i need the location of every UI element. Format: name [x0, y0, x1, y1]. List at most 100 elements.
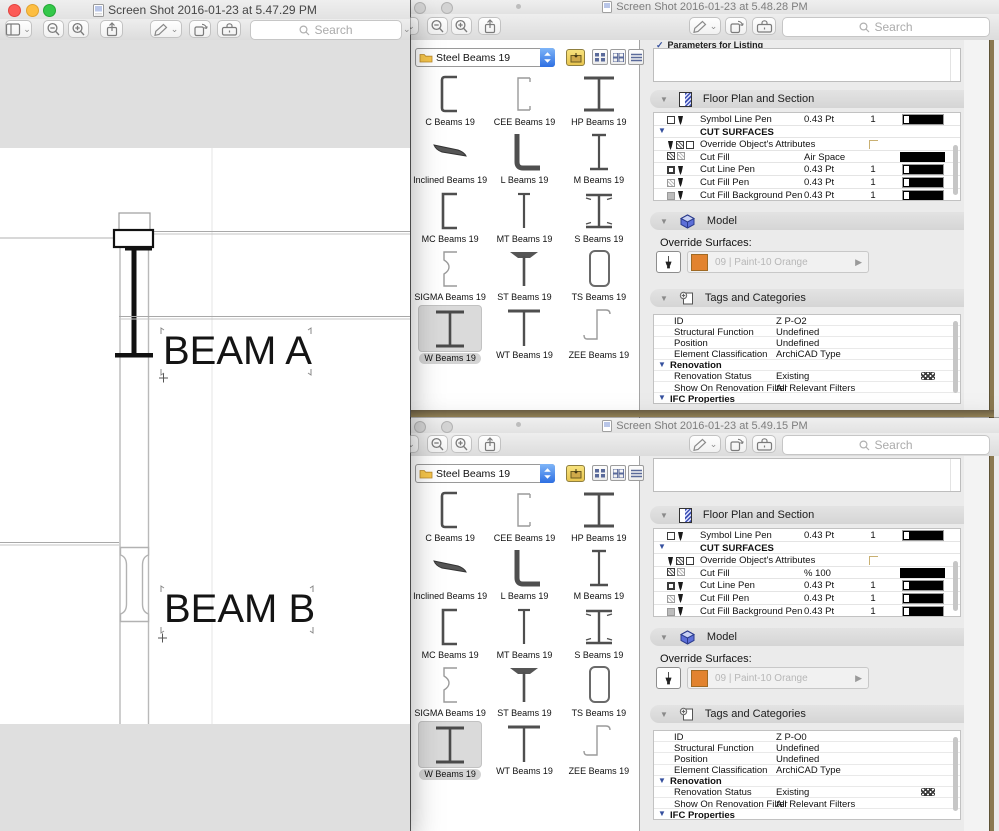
- tag-value[interactable]: Undefined: [776, 338, 819, 349]
- parameter-value[interactable]: 0.43 Pt: [804, 177, 834, 188]
- zoom-out-button[interactable]: [43, 20, 64, 38]
- parameter-row-cut-fill[interactable]: Cut Fill Air Space: [654, 151, 960, 164]
- library-item-cee-beams-19[interactable]: CEE Beams 19: [487, 72, 561, 127]
- paint-brush-button[interactable]: [656, 251, 681, 273]
- surface-picker[interactable]: 09 | Paint-10 Orange ▶: [687, 251, 869, 273]
- tag-row-show-on-renovation-filter[interactable]: Show On Renovation Filter All Relevant Fi…: [654, 798, 960, 810]
- tag-row-ifc-properties[interactable]: ▼ IFC Properties: [654, 809, 960, 819]
- pen-swatch[interactable]: [903, 190, 943, 200]
- dropdown-stepper-icon[interactable]: [540, 48, 555, 67]
- parameter-row-override-object-s-attributes[interactable]: Override Object's Attributes: [654, 138, 960, 151]
- rotate-button[interactable]: [189, 20, 211, 38]
- zoom-in-button[interactable]: [451, 435, 472, 453]
- library-item-inclined-beams-19[interactable]: Inclined Beams 19: [413, 130, 487, 185]
- tag-value[interactable]: All Relevant Filters: [776, 799, 855, 810]
- section-tags-and-categories[interactable]: ▼ Tags and Categories: [650, 705, 978, 723]
- library-item-sigma-beams-19[interactable]: SIGMA Beams 19: [413, 247, 487, 302]
- pen-number[interactable]: 1: [865, 114, 881, 125]
- parameter-value[interactable]: 0.43 Pt: [804, 580, 834, 591]
- zoom-out-button[interactable]: [427, 435, 448, 453]
- titlebar[interactable]: Screen Shot 2016-01-23 at 5.47.29 PM: [0, 0, 410, 19]
- parameter-row-cut-line-pen[interactable]: Cut Line Pen 0.43 Pt 1: [654, 163, 960, 176]
- tag-value[interactable]: Z P-O0: [776, 732, 807, 743]
- pen-swatch[interactable]: [903, 165, 943, 175]
- library-item-inclined-beams-19[interactable]: Inclined Beams 19: [413, 546, 487, 601]
- pen-number[interactable]: 1: [865, 580, 881, 591]
- tag-value[interactable]: Z P-O2: [776, 316, 807, 327]
- tag-row-structural-function[interactable]: Structural Function Undefined: [654, 326, 960, 338]
- renovation-hatch-icon[interactable]: [921, 371, 935, 381]
- pen-number[interactable]: 1: [865, 164, 881, 175]
- group-disclosure-icon[interactable]: ▼: [658, 810, 666, 818]
- pane-splitter-dot[interactable]: [516, 422, 521, 427]
- tag-row-renovation[interactable]: ▼ Renovation: [654, 776, 960, 787]
- section-model[interactable]: ▼ Model: [650, 212, 978, 230]
- library-item-c-beams-19[interactable]: C Beams 19: [413, 72, 487, 127]
- tag-row-structural-function[interactable]: Structural Function Undefined: [654, 742, 960, 754]
- library-item-c-beams-19[interactable]: C Beams 19: [413, 488, 487, 543]
- tag-value[interactable]: Undefined: [776, 327, 819, 338]
- pen-swatch[interactable]: [903, 593, 943, 603]
- rotate-button[interactable]: [725, 435, 747, 453]
- parameter-row-cut-fill-background-pen[interactable]: Cut Fill Background Pen 0.43 Pt 1: [654, 605, 960, 616]
- library-item-mt-beams-19[interactable]: MT Beams 19: [487, 605, 561, 660]
- search-input[interactable]: Search: [782, 435, 990, 455]
- markup-button[interactable]: ⌄: [150, 20, 182, 38]
- view-large-icons-button[interactable]: [610, 465, 626, 481]
- parameter-value[interactable]: Air Space: [804, 152, 845, 163]
- parameter-value[interactable]: 0.43 Pt: [804, 606, 834, 616]
- parameter-row-cut-fill[interactable]: Cut Fill % 100: [654, 567, 960, 580]
- group-disclosure-icon[interactable]: ▼: [658, 776, 666, 785]
- pen-number[interactable]: 1: [865, 177, 881, 188]
- markup-toolbox-button[interactable]: [217, 20, 241, 38]
- pen-swatch[interactable]: [903, 531, 943, 540]
- load-other-object-button[interactable]: [566, 49, 585, 66]
- parameter-list-box[interactable]: [653, 458, 961, 492]
- markup-toolbox-button[interactable]: [752, 17, 776, 35]
- library-item-hp-beams-19[interactable]: HP Beams 19: [562, 72, 636, 127]
- section-tags-and-categories[interactable]: ▼ Tags and Categories: [650, 289, 978, 307]
- view-small-icons-button[interactable]: [592, 49, 608, 65]
- library-item-sigma-beams-19[interactable]: SIGMA Beams 19: [413, 663, 487, 718]
- titlebar[interactable]: Screen Shot 2016-01-23 at 5.49.15 PM: [411, 418, 999, 433]
- tag-row-element-classification[interactable]: Element Classification ArchiCAD Type: [654, 349, 960, 360]
- pen-swatch[interactable]: [903, 177, 943, 187]
- parameter-row-symbol-line-pen[interactable]: Symbol Line Pen 0.43 Pt 1: [654, 113, 960, 126]
- parameter-value[interactable]: 0.43 Pt: [804, 190, 834, 200]
- parameter-row-cut-line-pen[interactable]: Cut Line Pen 0.43 Pt 1: [654, 579, 960, 592]
- zoom-out-button[interactable]: [427, 17, 448, 35]
- pen-number[interactable]: 1: [865, 530, 881, 541]
- section-model[interactable]: ▼ Model: [650, 628, 978, 646]
- tag-value[interactable]: Existing: [776, 371, 809, 382]
- group-disclosure-icon[interactable]: ▼: [658, 126, 666, 135]
- view-list-button[interactable]: [628, 465, 644, 481]
- library-item-w-beams-19[interactable]: W Beams 19: [413, 721, 487, 780]
- library-item-hp-beams-19[interactable]: HP Beams 19: [562, 488, 636, 543]
- renovation-hatch-icon[interactable]: [921, 787, 935, 797]
- scrollbar-thumb[interactable]: [953, 737, 958, 811]
- share-button[interactable]: [478, 17, 501, 35]
- parameter-list-box[interactable]: [653, 48, 961, 82]
- view-list-button[interactable]: [628, 49, 644, 65]
- parameter-value[interactable]: 0.43 Pt: [804, 164, 834, 175]
- titlebar[interactable]: Screen Shot 2016-01-23 at 5.48.28 PM: [411, 0, 999, 14]
- scrollbar-thumb[interactable]: [953, 321, 958, 393]
- zoom-in-button[interactable]: [68, 20, 89, 38]
- tag-row-renovation[interactable]: ▼ Renovation: [654, 360, 960, 371]
- library-item-st-beams-19[interactable]: ST Beams 19: [487, 663, 561, 718]
- parameter-value[interactable]: 0.43 Pt: [804, 530, 834, 541]
- library-item-mc-beams-19[interactable]: MC Beams 19: [413, 189, 487, 244]
- library-item-cee-beams-19[interactable]: CEE Beams 19: [487, 488, 561, 543]
- markup-button[interactable]: ⌄: [689, 17, 721, 35]
- tag-row-ifc-properties[interactable]: ▼ IFC Properties: [654, 393, 960, 403]
- parameter-row-cut-fill-pen[interactable]: Cut Fill Pen 0.43 Pt 1: [654, 176, 960, 189]
- tag-row-id[interactable]: ID Z P-O2: [654, 315, 960, 327]
- parameter-value[interactable]: % 100: [804, 568, 831, 579]
- library-item-l-beams-19[interactable]: L Beams 19: [487, 130, 561, 185]
- library-item-s-beams-19[interactable]: S Beams 19: [562, 189, 636, 244]
- library-item-zee-beams-19[interactable]: ZEE Beams 19: [562, 721, 636, 779]
- scrollbar-thumb[interactable]: [953, 145, 958, 195]
- tag-row-renovation-status[interactable]: Renovation Status Existing: [654, 371, 960, 382]
- pen-number[interactable]: 1: [865, 190, 881, 200]
- markup-toolbox-button[interactable]: [752, 435, 776, 453]
